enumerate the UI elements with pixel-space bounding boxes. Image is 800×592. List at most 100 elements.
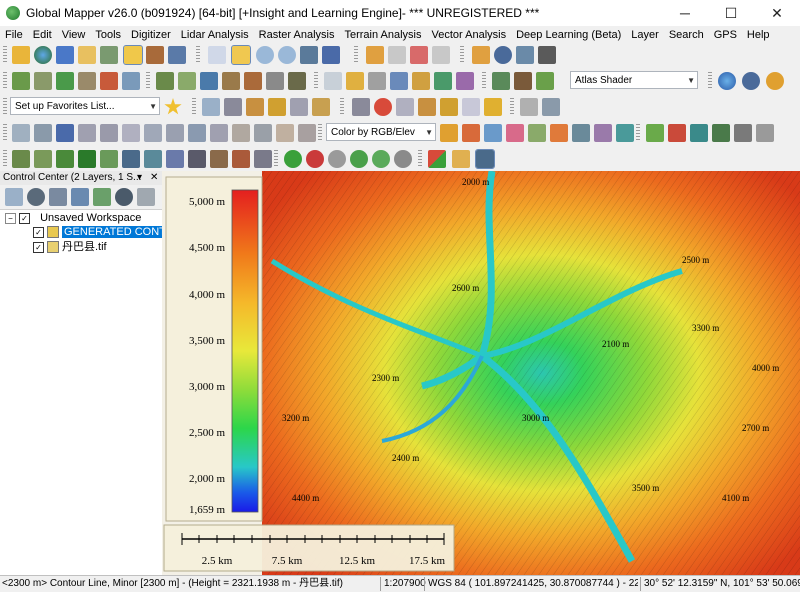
pan-hand-icon[interactable] xyxy=(231,45,251,65)
contour-icon[interactable] xyxy=(56,72,74,90)
stop-icon[interactable] xyxy=(306,150,324,168)
copy-icon[interactable] xyxy=(432,46,450,64)
grid-icon[interactable] xyxy=(156,72,174,90)
node-icon[interactable] xyxy=(34,124,52,142)
delete-icon[interactable] xyxy=(410,46,428,64)
water-icon[interactable] xyxy=(200,72,218,90)
gear-icon[interactable] xyxy=(742,72,760,90)
measure-icon[interactable] xyxy=(472,46,490,64)
crosshair-icon[interactable] xyxy=(78,124,96,142)
tree-node-workspace[interactable]: − ✓ Unsaved Workspace xyxy=(5,211,141,225)
wire-icon[interactable] xyxy=(210,150,228,168)
color-mode-select[interactable]: Color by RGB/Elev ▼ xyxy=(326,123,436,141)
menu-raster-analysis[interactable]: Raster Analysis xyxy=(254,29,340,41)
grass-icon[interactable] xyxy=(34,150,52,168)
filter-icon[interactable] xyxy=(440,124,458,142)
map-canvas[interactable]: 2000 m 2100 m 2300 m 2400 m 2500 m 2600 … xyxy=(162,171,800,575)
tree-icon[interactable] xyxy=(690,124,708,142)
tree-node-layer[interactable]: ✓ 丹巴县.tif xyxy=(33,240,107,254)
close-button[interactable]: ✕ xyxy=(754,0,800,26)
offset-icon[interactable] xyxy=(122,124,140,142)
record-icon[interactable] xyxy=(394,150,412,168)
home-icon[interactable] xyxy=(322,46,340,64)
turtle-icon[interactable] xyxy=(328,150,346,168)
eraser-icon[interactable] xyxy=(462,98,480,116)
toolbar-grip[interactable] xyxy=(708,72,712,90)
polyline-icon[interactable] xyxy=(56,124,74,142)
layer-icon[interactable] xyxy=(100,46,118,64)
pole-icon[interactable] xyxy=(232,150,250,168)
color-palette-icon[interactable] xyxy=(462,124,480,142)
join-icon[interactable] xyxy=(188,124,206,142)
flood-icon[interactable] xyxy=(288,72,306,90)
slope-icon[interactable] xyxy=(100,72,118,90)
shader-select[interactable]: Atlas Shader ▼ xyxy=(570,71,698,89)
table-icon[interactable] xyxy=(368,72,386,90)
menu-edit[interactable]: Edit xyxy=(28,29,57,41)
return-icon[interactable] xyxy=(572,124,590,142)
toolbar-grip[interactable] xyxy=(636,124,640,142)
toolbar-grip[interactable] xyxy=(3,150,7,168)
favorites-select[interactable]: Set up Favorites List... ▼ xyxy=(10,97,160,115)
intensity-icon[interactable] xyxy=(528,124,546,142)
style-icon[interactable] xyxy=(456,72,474,90)
layer-checkbox[interactable]: ✓ xyxy=(33,226,44,238)
scissors-icon[interactable] xyxy=(100,124,118,142)
menu-terrain-analysis[interactable]: Terrain Analysis xyxy=(339,29,426,41)
select-tool-icon[interactable] xyxy=(208,46,226,64)
toolbar-grip[interactable] xyxy=(314,72,318,90)
collapse-icon[interactable]: − xyxy=(5,212,16,224)
export-icon[interactable] xyxy=(78,46,96,64)
menu-vector-analysis[interactable]: Vector Analysis xyxy=(427,29,512,41)
options-icon[interactable] xyxy=(27,188,45,206)
terrain-icon[interactable] xyxy=(12,72,30,90)
toolbar-grip[interactable] xyxy=(318,124,322,142)
arc-icon[interactable] xyxy=(232,124,250,142)
save-icon[interactable] xyxy=(56,46,74,64)
reshape-icon[interactable] xyxy=(418,98,436,116)
menu-tools[interactable]: Tools xyxy=(90,29,126,41)
toolbar-grip[interactable] xyxy=(3,124,7,142)
pencil-icon[interactable] xyxy=(268,98,286,116)
minimize-button[interactable]: ─ xyxy=(662,0,708,26)
layers-stack-icon[interactable] xyxy=(646,124,664,142)
control-center-icon[interactable] xyxy=(123,45,143,65)
menu-search[interactable]: Search xyxy=(664,29,709,41)
toolbar-grip[interactable] xyxy=(274,150,278,168)
toolbar-grip[interactable] xyxy=(340,98,344,116)
low-veg-icon[interactable] xyxy=(100,150,118,168)
map-layer-icon[interactable] xyxy=(93,188,111,206)
attributes-icon[interactable] xyxy=(542,98,560,116)
cut-fill-icon[interactable] xyxy=(222,72,240,90)
menu-file[interactable]: File xyxy=(0,29,28,41)
toolbar-grip[interactable] xyxy=(418,150,422,168)
toolbar-grip[interactable] xyxy=(3,46,7,64)
open-folder-icon[interactable] xyxy=(12,46,30,64)
zoom-to-layer-icon[interactable] xyxy=(5,188,23,206)
snap-icon[interactable] xyxy=(210,124,228,142)
globe-icon[interactable] xyxy=(34,46,52,64)
menu-digitizer[interactable]: Digitizer xyxy=(126,29,176,41)
corner-icon[interactable] xyxy=(298,124,316,142)
menu-help[interactable]: Help xyxy=(742,29,775,41)
print-icon[interactable] xyxy=(168,46,186,64)
eye-icon[interactable] xyxy=(115,188,133,206)
cube-icon[interactable] xyxy=(452,150,470,168)
map-view[interactable]: 2000 m 2100 m 2300 m 2400 m 2500 m 2600 … xyxy=(162,171,800,575)
toolbar-grip[interactable] xyxy=(510,98,514,116)
density-icon[interactable] xyxy=(616,124,634,142)
toolbar-grip[interactable] xyxy=(482,72,486,90)
forest-icon[interactable] xyxy=(712,124,730,142)
device-icon[interactable] xyxy=(538,46,556,64)
raster-icon[interactable] xyxy=(668,124,686,142)
class-icon[interactable] xyxy=(594,124,612,142)
classify-icon[interactable] xyxy=(484,124,502,142)
maximize-button[interactable]: ☐ xyxy=(708,0,754,26)
toolbar-grip[interactable] xyxy=(460,46,464,64)
toolbar-grip[interactable] xyxy=(192,98,196,116)
toolbar-grip[interactable] xyxy=(196,46,200,64)
rgb-icon[interactable] xyxy=(506,124,524,142)
add-point-icon[interactable] xyxy=(372,150,390,168)
building-icon[interactable] xyxy=(734,124,752,142)
elevation-icon[interactable] xyxy=(550,124,568,142)
